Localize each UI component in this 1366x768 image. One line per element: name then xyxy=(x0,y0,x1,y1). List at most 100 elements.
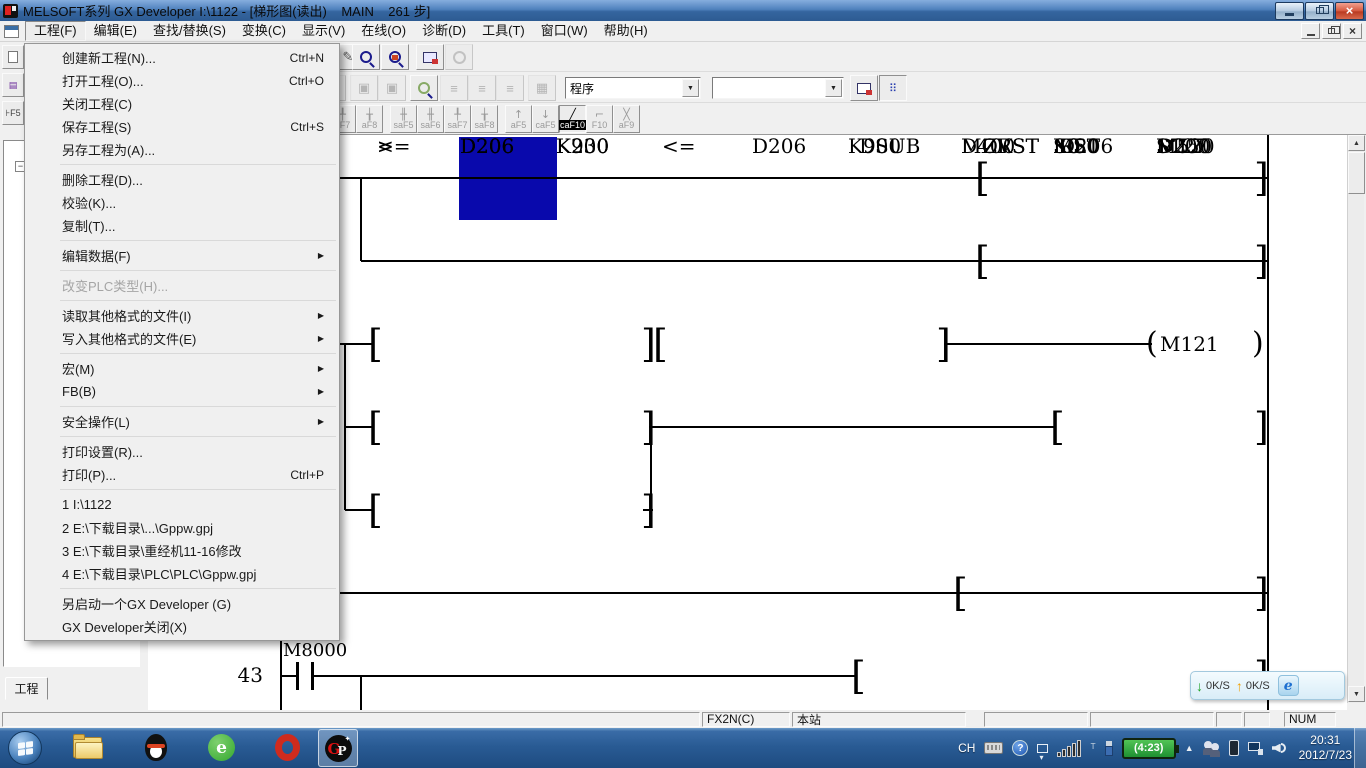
menu-item-new-project[interactable]: 创建新工程(N)...Ctrl+N xyxy=(26,46,338,69)
volume-icon[interactable] xyxy=(1272,742,1286,755)
menu-item-copy[interactable]: 复制(T)... xyxy=(26,214,338,237)
close-icon: × xyxy=(1346,4,1354,17)
ladder-button-aF8[interactable]: ╁aF8 xyxy=(356,105,383,133)
menu-item-start-new-instance[interactable]: 另启动一个GX Developer (G) xyxy=(26,592,338,615)
menu-title-convert[interactable]: 变换(C) xyxy=(234,21,294,41)
clock[interactable]: 20:31 2012/7/23 xyxy=(1299,733,1352,763)
menu-item-write-other-format[interactable]: 写入其他格式的文件(E)▶ xyxy=(26,327,338,350)
menu-item-delete-project[interactable]: 删除工程(D)... xyxy=(26,168,338,191)
menu-item-read-other-format[interactable]: 读取其他格式的文件(I)▶ xyxy=(26,304,338,327)
ladder-button-caF5[interactable]: ↓caF5 xyxy=(532,105,559,133)
menu-item-shortcut: Ctrl+N xyxy=(290,51,324,65)
ladder-button-saF5[interactable]: ╫saF5 xyxy=(390,105,417,133)
menu-item-recent-2[interactable]: 2 E:\下载目录\...\Gppw.gpj xyxy=(26,516,338,539)
menu-item-security-operation[interactable]: 安全操作(L)▶ xyxy=(26,410,338,433)
mdi-close-button[interactable]: × xyxy=(1343,23,1362,39)
ladder-button-F10[interactable]: ⌐F10 xyxy=(586,105,613,133)
explorer-taskbar-icon[interactable] xyxy=(72,733,104,763)
menu-title-help[interactable]: 帮助(H) xyxy=(596,21,656,41)
menu-item-verify[interactable]: 校验(K)... xyxy=(26,191,338,214)
scrollbar-thumb[interactable] xyxy=(1348,152,1365,194)
restore-button[interactable] xyxy=(1305,2,1334,20)
device-comment-button[interactable]: ▤ xyxy=(2,73,24,97)
menu-title-find-replace[interactable]: 查找/替换(S) xyxy=(145,21,234,41)
data-type-combo[interactable]: 程序 ▼ xyxy=(565,77,701,99)
menu-item-recent-3[interactable]: 3 E:\下载目录\重经机11-16修改 xyxy=(26,539,338,562)
menu-title-project[interactable]: 工程(F) xyxy=(25,21,86,41)
menu-title-diagnostics[interactable]: 诊断(D) xyxy=(414,21,474,41)
mdi-child-icon[interactable] xyxy=(4,25,19,38)
menu-title-online[interactable]: 在线(O) xyxy=(353,21,414,41)
ladder-button-saF6[interactable]: ╫saF6 xyxy=(417,105,444,133)
ladder-button-caF10[interactable]: ╱caF10 xyxy=(559,105,586,133)
ladder-button-saF7[interactable]: ╀saF7 xyxy=(444,105,471,133)
ladder-button-aF5[interactable]: ↑aF5 xyxy=(505,105,532,133)
net-speed-popup[interactable]: ↓ 0K/S ↑ 0K/S e xyxy=(1190,671,1345,700)
language-bar-restore-icon[interactable] xyxy=(1037,744,1048,753)
ladder-button-aF9[interactable]: ╳aF9 xyxy=(613,105,640,133)
ladder-button-label: caF5 xyxy=(535,120,555,130)
battery-indicator[interactable]: (4:23) xyxy=(1122,738,1176,759)
upload-speed: 0K/S xyxy=(1246,680,1270,692)
menu-item-edit-data[interactable]: 编辑数据(F)▶ xyxy=(26,244,338,267)
ladder-f5-button[interactable]: ⊦F5 xyxy=(2,101,24,125)
menu-item-exit[interactable]: GX Developer关闭(X) xyxy=(26,615,338,638)
language-indicator[interactable]: CH xyxy=(958,741,975,755)
window-controls: × xyxy=(1274,2,1364,20)
show-desktop-button[interactable] xyxy=(1354,728,1366,768)
menu-item-open-project[interactable]: 打开工程(O)...Ctrl+O xyxy=(26,69,338,92)
browser-e-icon[interactable]: e xyxy=(1278,675,1299,696)
menu-item-change-plc-type: 改变PLC类型(H)... xyxy=(26,274,338,297)
combo-dropdown-icon-2[interactable]: ▼ xyxy=(825,79,842,97)
project-panel-tab[interactable]: 工程 xyxy=(5,677,48,700)
qq-tray-icon[interactable] xyxy=(1203,741,1220,756)
qq-taskbar-icon[interactable] xyxy=(140,733,172,763)
menu-item-print[interactable]: 打印(P)...Ctrl+P xyxy=(26,463,338,486)
keyboard-icon[interactable] xyxy=(984,742,1003,754)
project-data-list-button[interactable] xyxy=(2,45,24,69)
menu-item-close-project[interactable]: 关闭工程(C) xyxy=(26,92,338,115)
vertical-scrollbar[interactable]: ▲ ▼ xyxy=(1347,135,1364,703)
find-contact-coil-button[interactable] xyxy=(381,44,409,70)
menu-item-save-project-as[interactable]: 另存工程为(A)... xyxy=(26,138,338,161)
combo-dropdown-icon[interactable]: ▼ xyxy=(682,79,699,97)
menu-item-macro[interactable]: 宏(M)▶ xyxy=(26,357,338,380)
find-device-button[interactable] xyxy=(352,44,380,70)
ladder-button-saF8[interactable]: ╁saF8 xyxy=(471,105,498,133)
status-segment-0 xyxy=(2,712,700,727)
comment-display-button[interactable] xyxy=(850,75,878,101)
step-run-button-2: ≡ xyxy=(468,75,496,101)
program-check-button[interactable] xyxy=(416,44,444,70)
phone-tray-icon[interactable] xyxy=(1229,740,1239,756)
menu-title-window[interactable]: 窗口(W) xyxy=(533,21,596,41)
menu-item-fb[interactable]: FB(B)▶ xyxy=(26,380,338,403)
show-hidden-icons-arrow[interactable]: ▲ xyxy=(1185,743,1194,753)
browser-360-taskbar-icon[interactable]: e xyxy=(206,733,238,763)
signal-strength-icon[interactable] xyxy=(1057,740,1081,757)
ime-help-icon[interactable]: ? xyxy=(1012,740,1028,756)
opera-taskbar-icon[interactable] xyxy=(272,733,304,763)
menu-item-recent-1[interactable]: 1 I:\1122 xyxy=(26,493,338,516)
mdi-minimize-button[interactable] xyxy=(1301,23,1320,39)
title-bar: MELSOFT系列 GX Developer I:\1122 - [梯形图(读出… xyxy=(0,0,1366,21)
window-tile-button: ▣ xyxy=(378,75,406,101)
gx-developer-taskbar-button[interactable]: GP✦ xyxy=(318,729,358,767)
menu-item-recent-4[interactable]: 4 E:\下载目录\PLC\PLC\Gppw.gpj xyxy=(26,562,338,585)
usb-device-icon[interactable] xyxy=(1105,741,1113,756)
menu-item-label: GX Developer关闭(X) xyxy=(62,617,324,636)
menu-item-save-project[interactable]: 保存工程(S)Ctrl+S xyxy=(26,115,338,138)
mdi-restore-button[interactable] xyxy=(1322,23,1341,39)
start-button[interactable] xyxy=(8,731,42,765)
target-combo[interactable]: ▼ xyxy=(712,77,844,99)
scroll-up-button[interactable]: ▲ xyxy=(1348,135,1365,151)
menu-item-print-setup[interactable]: 打印设置(R)... xyxy=(26,440,338,463)
minimize-button[interactable] xyxy=(1275,2,1304,20)
menu-title-tools[interactable]: 工具(T) xyxy=(474,21,533,41)
network-tray-icon[interactable] xyxy=(1248,742,1263,755)
menu-title-view[interactable]: 显示(V) xyxy=(294,21,353,41)
close-button[interactable]: × xyxy=(1335,2,1364,20)
menu-title-edit[interactable]: 编辑(E) xyxy=(86,21,145,41)
ladder-monitor-button[interactable] xyxy=(410,75,438,101)
scroll-down-button[interactable]: ▼ xyxy=(1348,686,1365,702)
project-tree-toggle-button[interactable]: ⠿ xyxy=(879,75,907,101)
